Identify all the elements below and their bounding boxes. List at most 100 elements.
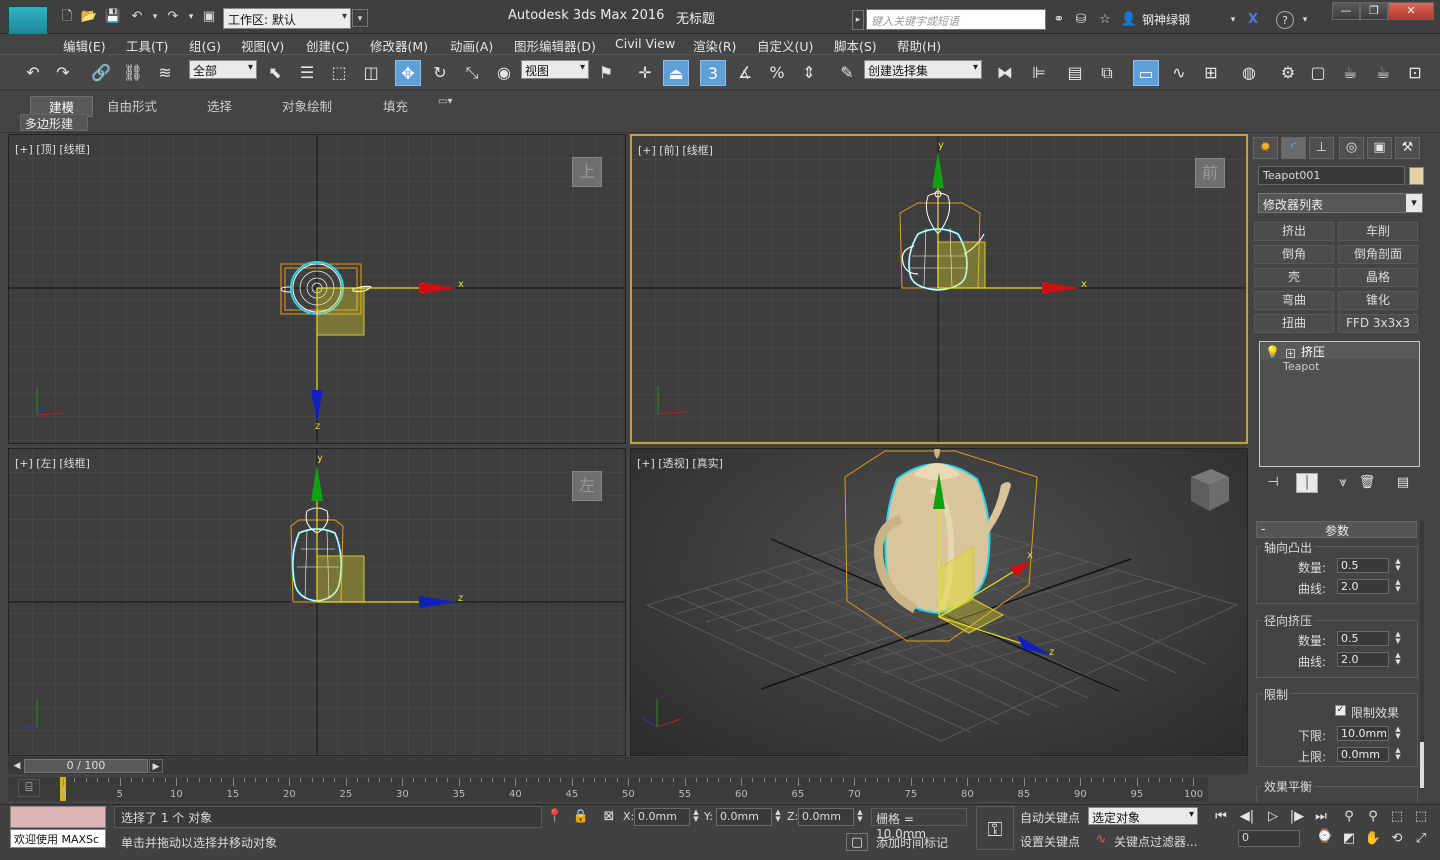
modifier-list-dropdown[interactable]: 修改器列表: [1258, 193, 1423, 213]
zoom-extents-icon[interactable]: ⬚: [1386, 808, 1408, 826]
schematic-view-icon[interactable]: ⊞: [1198, 60, 1224, 86]
axial-curve-field[interactable]: 2.0: [1337, 579, 1389, 594]
viewport-left-label[interactable]: [+] [左] [线框]: [15, 455, 90, 471]
zoom-extents-all-icon[interactable]: ⬚: [1410, 808, 1432, 826]
menu-modifiers[interactable]: 修改器(M): [370, 36, 428, 55]
radial-amount-spinner-icon[interactable]: ▲ ▼: [1393, 631, 1403, 646]
panel-scrollbar-thumb[interactable]: [1420, 742, 1424, 788]
menu-help[interactable]: 帮助(H): [897, 36, 941, 55]
close-button[interactable]: ✕: [1388, 2, 1434, 20]
zoom-all-icon[interactable]: ⚲: [1362, 808, 1384, 826]
select-by-name-icon[interactable]: ☰: [294, 60, 320, 86]
menu-rendering[interactable]: 渲染(R): [693, 36, 736, 55]
motion-tab-icon[interactable]: ◎: [1339, 137, 1364, 159]
utilities-tab-icon[interactable]: ⚒: [1395, 137, 1420, 159]
ribbon-tab-freeform[interactable]: 自由形式: [107, 96, 157, 115]
maximize-viewport-icon[interactable]: ⤢: [1410, 830, 1432, 848]
menu-customize[interactable]: 自定义(U): [757, 36, 813, 55]
radial-curve-field[interactable]: 2.0: [1337, 652, 1389, 667]
maxscript-input[interactable]: 欢迎使用 MAXSc: [10, 829, 106, 848]
parameters-rollout[interactable]: - 参数: [1256, 521, 1417, 538]
isolate-selection-icon[interactable]: 📍: [544, 808, 566, 826]
z-coord-field[interactable]: 0.0mm: [798, 808, 854, 826]
ribbon-panel-poly-modeling[interactable]: 多边形建模: [20, 114, 88, 148]
key-mode-dropdown[interactable]: 选定对象: [1088, 807, 1198, 825]
material-editor-icon[interactable]: ◍: [1236, 60, 1262, 86]
previous-frame-icon[interactable]: ◀|: [1236, 808, 1258, 826]
redo-dropdown-icon[interactable]: ▾: [182, 8, 200, 26]
axial-amount-field[interactable]: 0.5: [1337, 558, 1389, 573]
set-key-icon[interactable]: ⚿: [976, 806, 1014, 850]
undo-dropdown-icon[interactable]: ▾: [146, 8, 164, 26]
mirror-icon[interactable]: ⧓: [992, 60, 1018, 86]
lower-limit-field[interactable]: 10.0mm: [1337, 726, 1389, 741]
configure-modifier-sets-icon[interactable]: ▤: [1392, 473, 1414, 493]
restore-button[interactable]: ❐: [1360, 2, 1388, 20]
viewport-front[interactable]: x y [+] [前] [线框] 前: [630, 134, 1248, 444]
viewcube-top[interactable]: 上: [572, 157, 602, 187]
workspace-dropdown[interactable]: 工作区: 默认: [223, 8, 351, 29]
create-tab-icon[interactable]: ✹: [1253, 137, 1278, 159]
bind-space-warp-icon[interactable]: ≋: [152, 60, 178, 86]
search-expand-icon[interactable]: ▸: [852, 10, 864, 30]
time-tag-icon[interactable]: ▢: [846, 833, 868, 851]
time-config-icon[interactable]: ⌚: [1314, 828, 1336, 846]
pan-view-icon[interactable]: ✋: [1362, 830, 1384, 848]
align-icon[interactable]: ⊫: [1026, 60, 1052, 86]
menu-create[interactable]: 创建(C): [306, 36, 349, 55]
stack-item-teapot[interactable]: Teapot: [1283, 360, 1319, 373]
viewport-top-label[interactable]: [+] [顶] [线框]: [15, 141, 90, 157]
lower-limit-spinner-icon[interactable]: ▲ ▼: [1393, 726, 1403, 741]
viewport-perspective[interactable]: x z [+] [透视] [真实]: [630, 448, 1248, 756]
menu-views[interactable]: 视图(V): [241, 36, 284, 55]
undo-icon[interactable]: ↶: [128, 8, 146, 26]
render-production-icon[interactable]: ☕: [1337, 60, 1363, 86]
select-manipulate-icon[interactable]: ✛: [632, 60, 658, 86]
redo-icon[interactable]: ↷: [50, 60, 76, 86]
hierarchy-tab-icon[interactable]: ⊥: [1309, 137, 1334, 159]
display-tab-icon[interactable]: ▣: [1367, 137, 1392, 159]
undo-icon[interactable]: ↶: [20, 60, 46, 86]
menu-tools[interactable]: 工具(T): [126, 36, 168, 55]
ribbon-options-icon[interactable]: ▭▾: [438, 96, 452, 107]
help-dropdown-icon[interactable]: ▾: [1296, 11, 1314, 29]
orbit-icon[interactable]: ⟲: [1386, 830, 1408, 848]
modify-tab-icon[interactable]: ◜: [1281, 137, 1306, 159]
render-iterative-icon[interactable]: ☕: [1370, 60, 1396, 86]
key-filters-button[interactable]: 关键点过滤器...: [1114, 833, 1197, 850]
zoom-icon[interactable]: ⚲: [1338, 808, 1360, 826]
modifier-shell-button[interactable]: 壳: [1254, 268, 1334, 287]
x-spinner-icon[interactable]: ▲ ▼: [691, 809, 701, 824]
menu-civil-view[interactable]: Civil View: [615, 36, 675, 51]
pin-stack-icon[interactable]: ⊣: [1262, 473, 1284, 493]
ribbon-tab-object-paint[interactable]: 对象绘制: [282, 96, 332, 115]
unlink-icon[interactable]: ⛓: [120, 60, 146, 86]
add-time-tag[interactable]: 添加时间标记: [876, 834, 948, 851]
modifier-extrude-button[interactable]: 挤出: [1254, 222, 1334, 241]
menu-edit[interactable]: 编辑(E): [63, 36, 106, 55]
selection-lock-icon[interactable]: 🔒: [570, 808, 592, 826]
modifier-bend-button[interactable]: 弯曲: [1254, 291, 1334, 310]
radial-amount-field[interactable]: 0.5: [1337, 631, 1389, 646]
select-object-icon[interactable]: ⬉: [262, 60, 288, 86]
favorites-star-icon[interactable]: ☆: [1096, 11, 1114, 29]
exchange-apps-icon[interactable]: X: [1244, 11, 1262, 29]
field-of-view-icon[interactable]: ◩: [1338, 830, 1360, 848]
menu-group[interactable]: 组(G): [189, 36, 221, 55]
select-scale-icon[interactable]: ⤡: [459, 60, 485, 86]
redo-icon[interactable]: ↷: [164, 8, 182, 26]
project-folder-icon[interactable]: ▣: [200, 8, 218, 26]
upper-limit-spinner-icon[interactable]: ▲ ▼: [1393, 747, 1403, 762]
current-frame-field[interactable]: 0: [1238, 830, 1300, 847]
lightbulb-icon[interactable]: 💡: [1265, 345, 1280, 359]
keyboard-shortcut-override-icon[interactable]: ⏏: [663, 60, 689, 86]
modifier-taper-button[interactable]: 锥化: [1338, 291, 1418, 310]
prev-frame-icon[interactable]: ◀: [10, 759, 24, 773]
object-name-field[interactable]: Teapot001: [1258, 166, 1405, 185]
user-icon[interactable]: 👤: [1120, 11, 1138, 29]
selection-filter-dropdown[interactable]: 全部: [189, 60, 257, 79]
maxscript-listener-mini[interactable]: [10, 806, 106, 828]
select-rotate-icon[interactable]: ↻: [427, 60, 453, 86]
link-icon[interactable]: 🔗: [88, 60, 114, 86]
customize-qa-icon[interactable]: ▾: [352, 9, 368, 27]
